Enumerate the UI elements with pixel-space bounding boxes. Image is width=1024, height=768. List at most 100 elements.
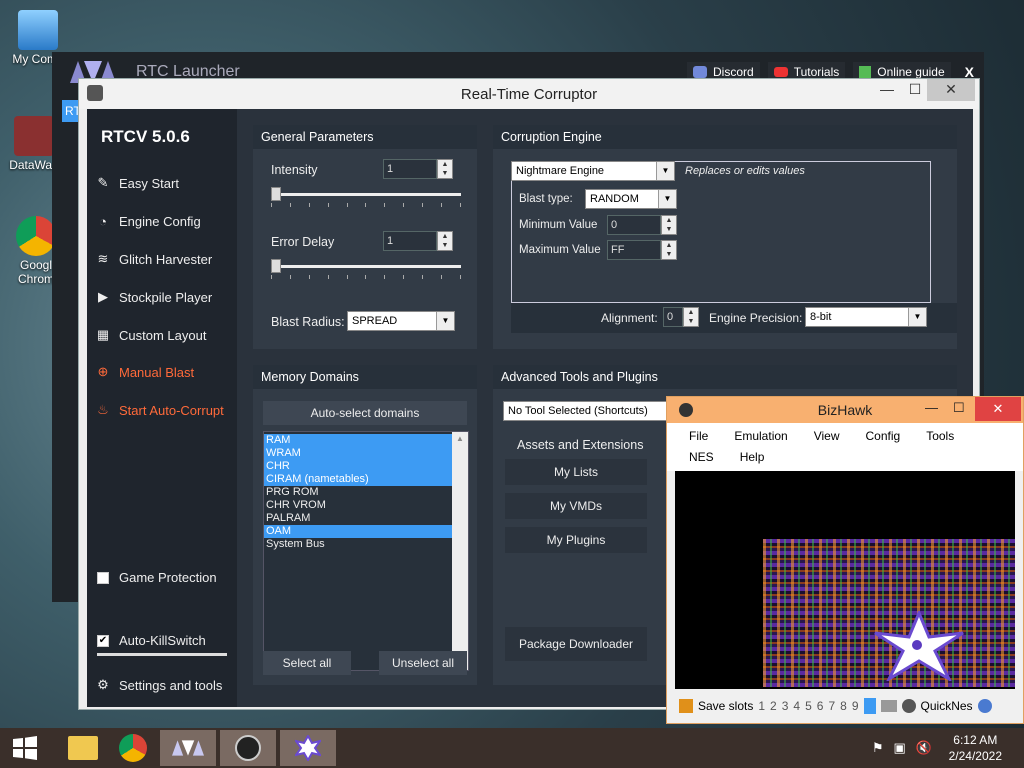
maximum-value-spinner[interactable]: ▲ ▼ (661, 240, 677, 260)
slot-8[interactable]: 8 (840, 699, 847, 713)
nav-manual-blast[interactable]: ⊕ Manual Blast (95, 364, 195, 380)
nav-start-auto-corrupt[interactable]: ♨ Start Auto-Corrupt (95, 402, 224, 418)
start-button[interactable] (2, 730, 48, 766)
youtube-icon (773, 67, 788, 77)
play-icon: ▶ (98, 289, 108, 304)
list-item[interactable]: RAM (264, 434, 452, 447)
menu-view[interactable]: View (814, 429, 840, 448)
slot-0-active[interactable] (863, 698, 876, 714)
package-downloader-button[interactable]: Package Downloader (505, 627, 647, 661)
killswitch-bar (97, 653, 227, 656)
slider-thumb[interactable] (271, 259, 281, 273)
bizhawk-minimize-button[interactable]: — (925, 400, 938, 415)
taskbar-rtc[interactable] (280, 730, 336, 766)
domain-listbox[interactable]: RAM WRAM CHR CIRAM (nametables) PRG ROM … (263, 431, 469, 671)
nav-engine-config[interactable]: ◔ Engine Config (95, 213, 201, 229)
slot-9[interactable]: 9 (852, 699, 859, 713)
intensity-spinner[interactable]: ▲ ▼ (437, 159, 453, 179)
menu-config[interactable]: Config (866, 429, 901, 448)
slider-thumb[interactable] (271, 187, 281, 201)
list-item[interactable]: System Bus (264, 538, 452, 551)
list-item[interactable]: PALRAM (264, 512, 452, 525)
bizhawk-maximize-button[interactable]: ☐ (953, 400, 965, 416)
engine-select[interactable]: Nightmare Engine ▼ (511, 161, 675, 181)
blast-radius-select[interactable]: SPREAD ▼ (347, 311, 455, 331)
nav-stockpile-player[interactable]: ▶ Stockpile Player (95, 289, 212, 305)
minimum-value-input[interactable]: 0 (607, 215, 661, 235)
intensity-slider[interactable] (271, 187, 461, 207)
menu-emulation[interactable]: Emulation (734, 429, 787, 448)
taskbar-chrome[interactable] (110, 730, 156, 766)
gauge-icon: ◔ (99, 213, 107, 229)
taskbar-file-explorer[interactable] (60, 730, 106, 766)
minimum-value-spinner[interactable]: ▲ ▼ (661, 215, 677, 235)
slot-2[interactable]: 2 (770, 699, 777, 713)
select-all-button[interactable]: Select all (263, 651, 351, 675)
emulator-screen[interactable] (675, 471, 1015, 689)
network-icon[interactable]: ▣ (894, 740, 906, 756)
game-protection-toggle[interactable]: Game Protection (97, 570, 217, 585)
maximum-value-input[interactable]: FF (607, 240, 661, 260)
slot-1[interactable]: 1 (758, 699, 765, 713)
alignment-spinner[interactable]: ▲ ▼ (683, 307, 699, 327)
slot-7[interactable]: 7 (828, 699, 835, 713)
rtc-titlebar: Real-Time Corruptor — ☐ ✕ (79, 79, 979, 109)
panel-title: Corruption Engine (493, 125, 957, 149)
slot-3[interactable]: 3 (782, 699, 789, 713)
guide-icon (859, 66, 872, 78)
scroll-up-icon[interactable]: ▲ (452, 434, 468, 443)
sidebar: RTCV 5.0.6 ✎ Easy Start ◔ Engine Config ≋ G… (87, 109, 237, 707)
menu-file[interactable]: File (689, 429, 708, 448)
slot-5[interactable]: 5 (805, 699, 812, 713)
engine-description: Replaces or edits values (685, 165, 805, 177)
list-item[interactable]: PRG ROM (264, 486, 452, 499)
intensity-input[interactable]: 1 (383, 159, 437, 179)
flag-icon[interactable]: ⚑ (872, 740, 884, 756)
alignment-input[interactable]: 0 (663, 307, 683, 327)
error-delay-label: Error Delay (271, 235, 335, 249)
auto-killswitch-toggle[interactable]: ✔ Auto-KillSwitch (97, 633, 206, 648)
slot-4[interactable]: 4 (793, 699, 800, 713)
error-delay-slider[interactable] (271, 259, 461, 279)
list-item[interactable]: CIRAM (nametables) (264, 473, 452, 486)
list-item[interactable]: WRAM (264, 447, 452, 460)
list-item[interactable]: CHR VROM (264, 499, 452, 512)
slot-6[interactable]: 6 (817, 699, 824, 713)
menu-help[interactable]: Help (740, 450, 765, 469)
nav-easy-start[interactable]: ✎ Easy Start (95, 175, 179, 191)
blast-radius-label: Blast Radius: (271, 315, 345, 329)
list-item[interactable]: OAM (264, 525, 452, 538)
general-parameters-panel: General Parameters Intensity 1 ▲ ▼ Error … (253, 125, 477, 349)
bizhawk-close-button[interactable]: ✕ (975, 397, 1021, 421)
bizhawk-statusbar: Save slots 1 2 3 4 5 6 7 8 9 QuickNes (675, 695, 1015, 717)
my-vmds-button[interactable]: My VMDs (505, 493, 647, 519)
discord-icon (693, 66, 707, 78)
auto-killswitch-checkbox[interactable]: ✔ (97, 634, 109, 647)
list-item[interactable]: CHR (264, 460, 452, 473)
nav-settings[interactable]: ⚙ Settings and tools (95, 677, 222, 693)
tool-select[interactable]: No Tool Selected (Shortcuts) (503, 401, 669, 421)
scrollbar[interactable]: ▲ ▼ (452, 432, 468, 670)
blast-type-select[interactable]: RANDOM ▼ (585, 189, 677, 209)
game-protection-checkbox[interactable] (97, 571, 109, 584)
clock[interactable]: 6:12 AM 2/24/2022 (949, 732, 1002, 764)
menu-nes[interactable]: NES (689, 450, 714, 469)
menu-tools[interactable]: Tools (926, 429, 954, 448)
error-delay-input[interactable]: 1 (383, 231, 437, 251)
nav-glitch-harvester[interactable]: ≋ Glitch Harvester (95, 251, 213, 267)
my-plugins-button[interactable]: My Plugins (505, 527, 647, 553)
volume-muted-icon[interactable]: 🔇 (916, 740, 932, 756)
engine-precision-select[interactable]: 8-bit ▼ (805, 307, 927, 327)
windows-logo-icon (13, 736, 37, 760)
my-lists-button[interactable]: My Lists (505, 459, 647, 485)
window-title: Real-Time Corruptor (460, 85, 598, 103)
alignment-label: Alignment: (601, 311, 658, 325)
taskbar-bizhawk[interactable] (220, 730, 276, 766)
auto-select-domains-button[interactable]: Auto-select domains (263, 401, 467, 425)
chevron-down-icon: ▼ (658, 190, 676, 208)
taskbar-rtc-launcher[interactable] (160, 730, 216, 766)
nav-custom-layout[interactable]: ▦ Custom Layout (95, 327, 207, 343)
error-delay-spinner[interactable]: ▲ ▼ (437, 231, 453, 251)
unselect-all-button[interactable]: Unselect all (379, 651, 467, 675)
close-button[interactable]: ✕ (927, 79, 975, 101)
